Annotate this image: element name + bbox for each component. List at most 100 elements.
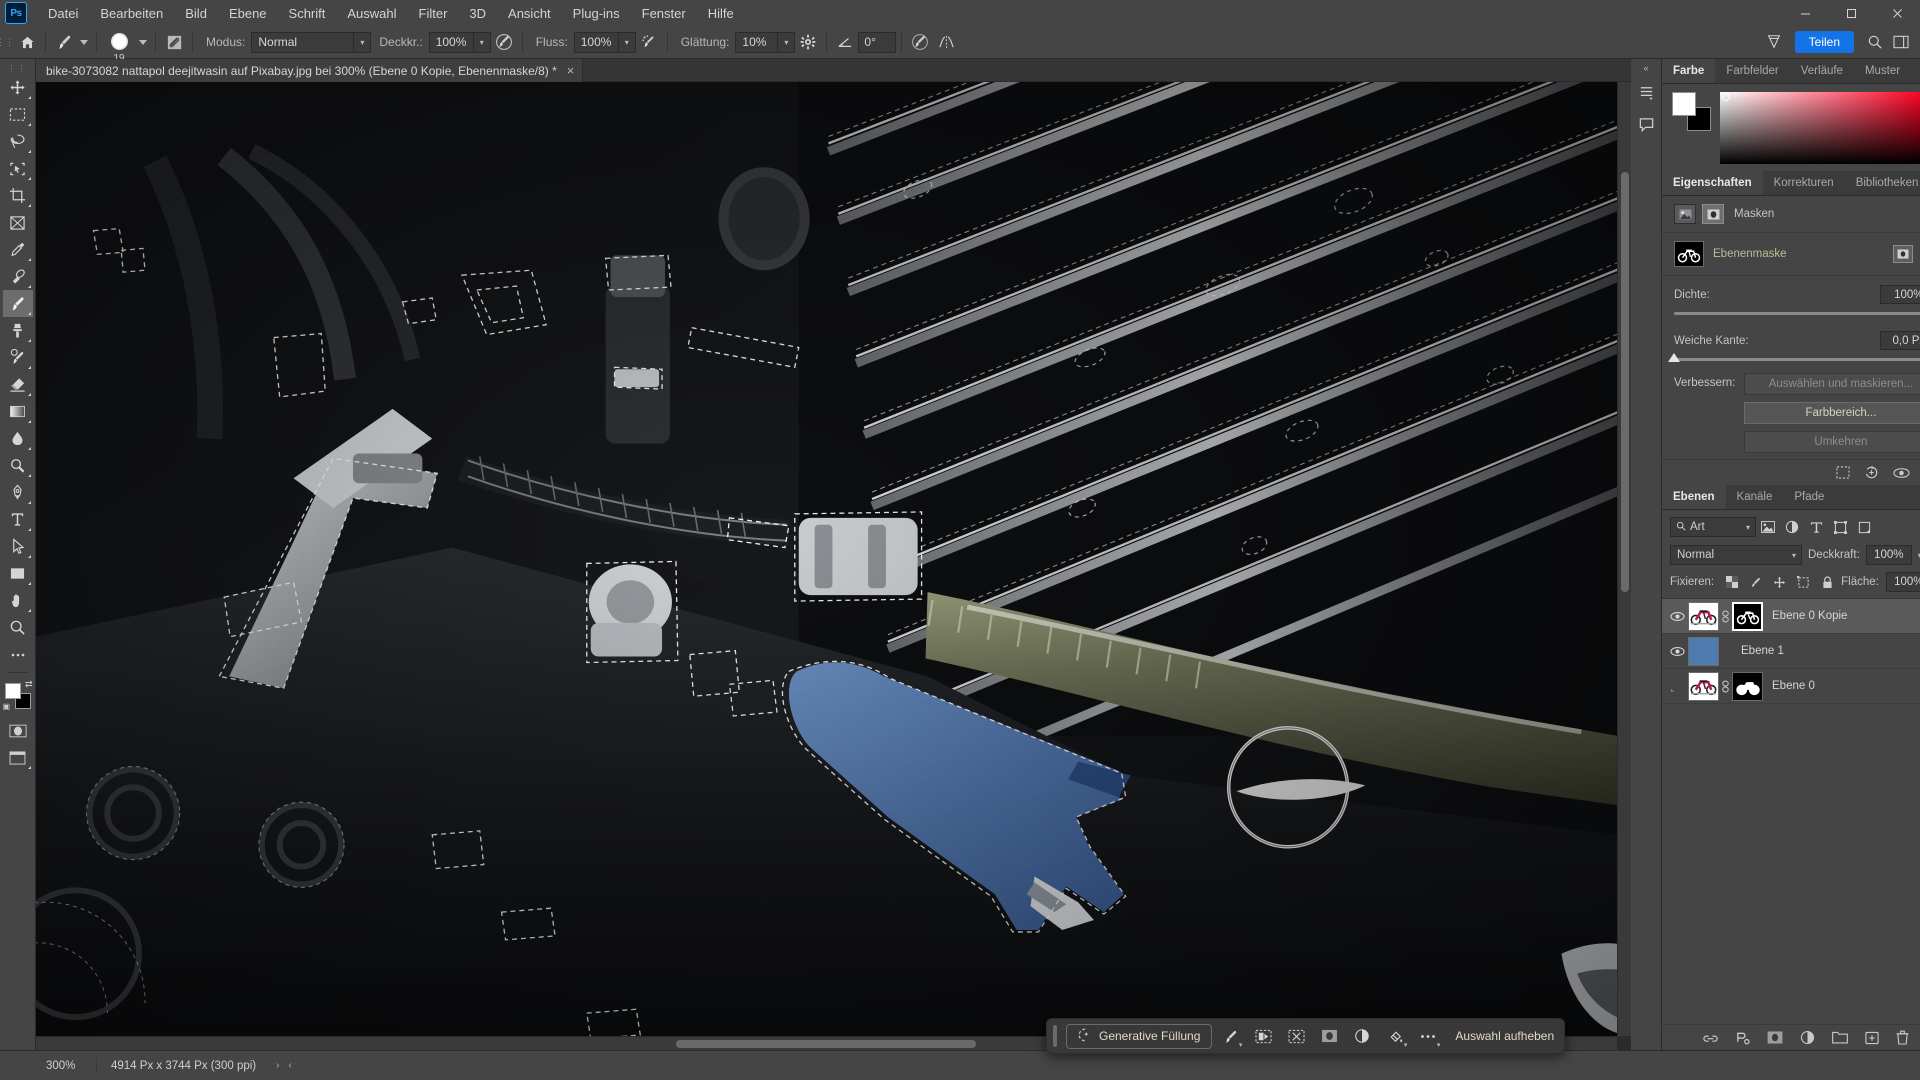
pressure-size-icon[interactable]	[907, 30, 933, 54]
menu-schrift[interactable]: Schrift	[278, 2, 337, 25]
layer-blend-mode-select[interactable]: Normal ▾	[1670, 545, 1802, 565]
layer-visibility-toggle[interactable]	[1666, 611, 1688, 622]
tab-pfade[interactable]: Pfade	[1783, 485, 1835, 509]
vertical-scroll-thumb[interactable]	[1621, 172, 1629, 592]
layer-name[interactable]: Ebene 0 Kopie	[1772, 610, 1847, 622]
minimize-button[interactable]	[1782, 0, 1828, 26]
tab-muster[interactable]: Muster	[1854, 59, 1911, 83]
density-value[interactable]: 100%	[1879, 285, 1920, 304]
angle-input[interactable]: 0°	[858, 31, 897, 53]
zoom-tool[interactable]	[3, 614, 33, 641]
drag-handle[interactable]	[1053, 1025, 1057, 1047]
type-tool[interactable]	[3, 506, 33, 533]
tab-eigenschaften[interactable]: Eigenschaften	[1662, 171, 1763, 195]
tab-farbe[interactable]: Farbe	[1662, 59, 1716, 83]
canvas-viewport[interactable]	[36, 82, 1617, 1036]
link-layers-icon[interactable]	[1703, 1031, 1718, 1045]
menu-filter[interactable]: Filter	[408, 2, 459, 25]
eyedropper-tool[interactable]	[3, 236, 33, 263]
quick-mask-icon[interactable]	[3, 717, 33, 744]
filter-shape-icon[interactable]	[1828, 517, 1852, 537]
toggle-mask-icon[interactable]	[1893, 467, 1910, 479]
menu-bearbeiten[interactable]: Bearbeiten	[89, 2, 174, 25]
airbrush-icon[interactable]	[636, 30, 662, 54]
foreground-color-swatch[interactable]	[1672, 92, 1696, 116]
tab-verlaeufe[interactable]: Verläufe	[1790, 59, 1854, 83]
table-row[interactable]: Ebene 0	[1662, 669, 1920, 704]
menu-ebene[interactable]: Ebene	[218, 2, 278, 25]
lock-artboard-icon[interactable]	[1793, 573, 1814, 592]
menu-fenster[interactable]: Fenster	[631, 2, 697, 25]
brush-size-dropdown-icon[interactable]	[136, 30, 150, 54]
layer-name[interactable]: Ebene 0	[1772, 680, 1815, 692]
share-button[interactable]: Teilen	[1794, 31, 1854, 53]
frame-tool[interactable]	[3, 209, 33, 236]
pixel-mask-icon[interactable]	[1674, 204, 1696, 224]
screen-mode-icon[interactable]	[3, 744, 33, 771]
lasso-tool[interactable]	[3, 128, 33, 155]
menu-plugins[interactable]: Plug-ins	[562, 2, 631, 25]
maximize-button[interactable]	[1828, 0, 1874, 26]
lock-all-icon[interactable]	[1817, 573, 1838, 592]
comments-panel-icon[interactable]	[1631, 109, 1661, 139]
invert-button[interactable]: Umkehren	[1744, 431, 1920, 453]
layer-mask-thumbnail[interactable]	[1732, 671, 1763, 701]
workspace-icon[interactable]	[1761, 30, 1787, 54]
history-panel-icon[interactable]	[1631, 77, 1661, 107]
status-prev-arrow[interactable]: ‹	[288, 1060, 291, 1071]
filter-type-icon[interactable]	[1804, 517, 1828, 537]
flow-input[interactable]: 100% ▾	[573, 31, 636, 53]
density-slider[interactable]	[1674, 312, 1920, 315]
layer-visibility-toggle[interactable]	[1666, 681, 1688, 692]
tab-farbfelder[interactable]: Farbfelder	[1715, 59, 1789, 83]
apply-mask-icon[interactable]	[1864, 465, 1879, 480]
generative-fill-button[interactable]: Generative Füllung	[1066, 1023, 1213, 1049]
foreground-color-swatch[interactable]	[4, 683, 21, 699]
more-options-icon[interactable]: ▾	[1413, 1023, 1443, 1049]
gradient-tool[interactable]	[3, 398, 33, 425]
add-mask-icon[interactable]	[1767, 1031, 1783, 1044]
document-image[interactable]	[36, 82, 1617, 1036]
reset-colors-icon[interactable]: ▣	[3, 702, 11, 711]
path-selection-tool[interactable]	[3, 533, 33, 560]
blur-tool[interactable]	[3, 425, 33, 452]
vector-mask-icon[interactable]	[1702, 204, 1724, 224]
feather-value[interactable]: 0,0 Px	[1879, 331, 1920, 350]
pen-tool[interactable]	[3, 479, 33, 506]
crop-tool[interactable]	[3, 182, 33, 209]
opacity-input[interactable]: 100% ▾	[428, 31, 491, 53]
brush-preset-dropdown-icon[interactable]	[77, 30, 91, 54]
menu-ansicht[interactable]: Ansicht	[497, 2, 562, 25]
brush-size-preview[interactable]: 19	[102, 29, 136, 64]
layer-thumbnail[interactable]	[1688, 671, 1719, 701]
object-selection-tool[interactable]	[3, 155, 33, 182]
lock-transparent-icon[interactable]	[1721, 573, 1742, 592]
select-and-mask-icon[interactable]	[1248, 1023, 1278, 1049]
clone-stamp-tool[interactable]	[3, 317, 33, 344]
home-icon[interactable]	[14, 30, 40, 54]
brush-tool[interactable]	[2, 290, 33, 317]
new-layer-icon[interactable]	[1865, 1031, 1879, 1045]
eraser-tool[interactable]	[3, 371, 33, 398]
collapse-dock-icon[interactable]: «	[1643, 63, 1648, 77]
spot-healing-brush-tool[interactable]	[3, 263, 33, 290]
lock-position-icon[interactable]	[1769, 573, 1790, 592]
layer-list[interactable]: Ebene 0 Kopie Ebene 1 Ebene 0	[1662, 598, 1920, 1024]
color-swatches[interactable]: ⇄ ▣	[3, 679, 33, 711]
tab-kanaele[interactable]: Kanäle	[1726, 485, 1784, 509]
feather-slider[interactable]	[1668, 353, 1920, 362]
invert-selection-icon[interactable]	[1281, 1023, 1311, 1049]
filter-adjustment-icon[interactable]	[1780, 517, 1804, 537]
layer-style-icon[interactable]	[1735, 1030, 1750, 1045]
symmetry-icon[interactable]	[933, 30, 959, 54]
gear-icon[interactable]	[795, 30, 821, 54]
move-tool[interactable]	[3, 74, 33, 101]
angle-icon[interactable]	[832, 30, 858, 54]
menu-bild[interactable]: Bild	[174, 2, 218, 25]
arrange-documents-icon[interactable]	[1888, 30, 1914, 54]
adjustment-layer-icon[interactable]	[1800, 1030, 1815, 1045]
menu-hilfe[interactable]: Hilfe	[697, 2, 745, 25]
layer-opacity-value[interactable]: 100%	[1865, 545, 1912, 565]
tab-korrekturen[interactable]: Korrekturen	[1763, 171, 1845, 195]
rectangular-marquee-tool[interactable]	[3, 101, 33, 128]
